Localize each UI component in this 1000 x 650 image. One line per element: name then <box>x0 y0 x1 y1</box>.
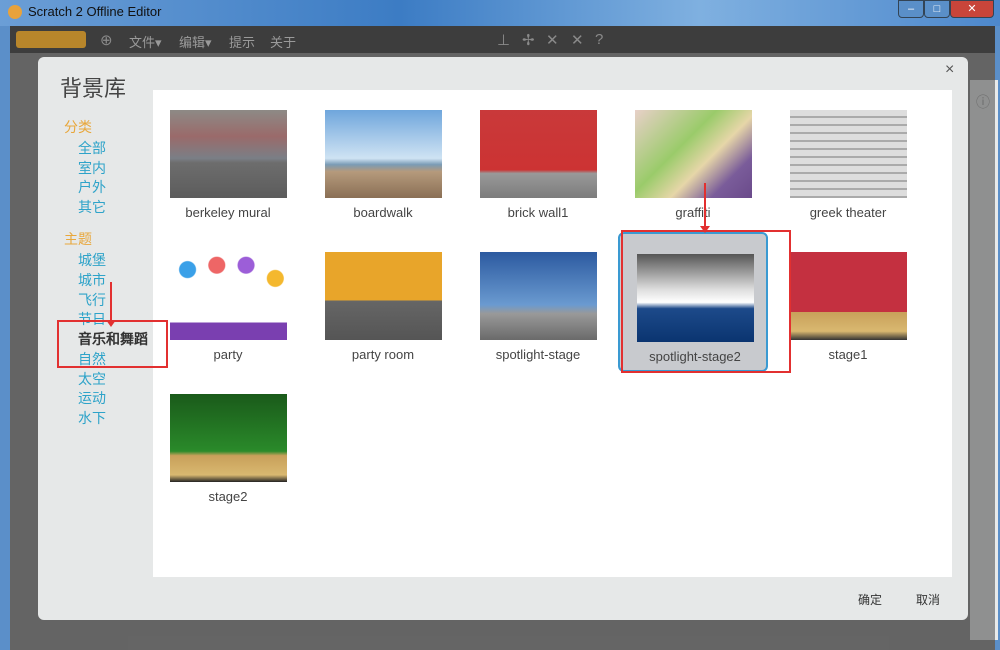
theme-flying[interactable]: 飞行 <box>78 290 106 310</box>
arrow-annotation <box>106 282 116 327</box>
backdrop-item[interactable]: boardwalk <box>308 90 458 230</box>
backdrop-item[interactable]: graffiti <box>618 90 768 230</box>
item-label: spotlight-stage <box>495 347 581 362</box>
boardwalk-thumbnail <box>325 110 442 198</box>
stage1-thumbnail <box>790 252 907 340</box>
cut-icon[interactable]: ✢ <box>522 31 535 49</box>
item-label: berkeley mural <box>185 205 271 220</box>
menu-edit[interactable]: 编辑▾ <box>179 32 212 51</box>
ok-button[interactable]: 确定 <box>858 591 882 608</box>
stage2-thumbnail <box>170 394 287 482</box>
item-label: brick wall1 <box>507 205 569 220</box>
theme-space[interactable]: 太空 <box>78 369 106 389</box>
maximize-button[interactable]: □ <box>924 0 950 18</box>
menu-tips[interactable]: 提示 <box>229 32 255 51</box>
dialog-title: 背景库 <box>60 76 127 101</box>
category-header: 分类 <box>64 119 92 135</box>
close-button[interactable]: × <box>945 61 954 79</box>
grow-icon[interactable]: ✕ <box>546 31 559 49</box>
backdrop-grid: berkeley mural boardwalk brick wall1 gra… <box>153 90 952 577</box>
brick-wall1-thumbnail <box>480 110 597 198</box>
item-label: stage1 <box>828 347 868 362</box>
category-indoors[interactable]: 室内 <box>78 158 106 178</box>
arrow-annotation <box>700 183 710 233</box>
shrink-icon[interactable]: ✕ <box>571 31 584 49</box>
theme-sports[interactable]: 运动 <box>78 388 106 408</box>
backdrop-item[interactable]: party <box>153 232 303 372</box>
cancel-button[interactable]: 取消 <box>916 591 940 608</box>
menubar: ⊕ 文件▾ 编辑▾ 提示 关于 ⊥ ✢ ✕ ✕ ? <box>10 26 995 53</box>
party-thumbnail <box>170 252 287 340</box>
backdrop-item[interactable]: greek theater <box>773 90 923 230</box>
party-room-thumbnail <box>325 252 442 340</box>
help-icon[interactable]: ? <box>595 31 603 48</box>
item-label: graffiti <box>675 205 711 220</box>
menu-file[interactable]: 文件▾ <box>129 32 162 51</box>
scratch-logo[interactable] <box>16 31 86 48</box>
item-label: stage2 <box>208 489 248 504</box>
backdrop-item[interactable]: stage2 <box>153 374 303 514</box>
spotlight-stage-thumbnail <box>480 252 597 340</box>
backdrop-item[interactable]: stage1 <box>773 232 923 372</box>
category-all[interactable]: 全部 <box>78 138 106 158</box>
theme-underwater[interactable]: 水下 <box>78 408 106 428</box>
graffiti-thumbnail <box>635 110 752 198</box>
berkeley-mural-thumbnail <box>170 110 287 198</box>
window-titlebar: Scratch 2 Offline Editor – □ ✕ <box>0 0 1000 26</box>
item-label: party <box>213 347 243 362</box>
theme-castle[interactable]: 城堡 <box>78 250 106 270</box>
backdrop-library-dialog: 背景库 × 分类 全部 室内 户外 其它 主题 城堡 城市 飞行 节日 音乐和舞… <box>38 57 968 620</box>
backdrop-item[interactable]: berkeley mural <box>153 90 303 230</box>
minimize-button[interactable]: – <box>898 0 924 18</box>
scratch-cat-icon <box>8 5 22 19</box>
category-other[interactable]: 其它 <box>78 197 106 217</box>
item-label: party room <box>351 347 415 362</box>
duplicate-stamp-icon[interactable]: ⊥ <box>497 31 510 49</box>
globe-icon[interactable]: ⊕ <box>100 31 113 49</box>
item-label: greek theater <box>809 205 887 220</box>
item-label: boardwalk <box>353 205 413 220</box>
theme-city[interactable]: 城市 <box>78 270 106 290</box>
greek-theater-thumbnail <box>790 110 907 198</box>
category-outdoors[interactable]: 户外 <box>78 177 106 197</box>
backdrop-item[interactable]: brick wall1 <box>463 90 613 230</box>
theme-header: 主题 <box>64 231 92 247</box>
highlight-box-theme <box>57 320 168 368</box>
window-close-button[interactable]: ✕ <box>950 0 994 18</box>
menu-about[interactable]: 关于 <box>270 32 296 51</box>
highlight-box-item <box>621 230 791 373</box>
backdrop-item[interactable]: party room <box>308 232 458 372</box>
backdrop-item[interactable]: spotlight-stage <box>463 232 613 372</box>
window-title: Scratch 2 Offline Editor <box>28 4 162 19</box>
